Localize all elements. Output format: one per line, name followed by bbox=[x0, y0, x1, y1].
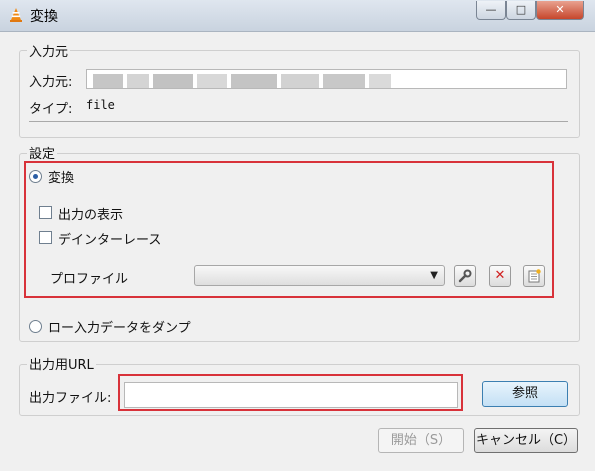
output-file-label: 出力ファイル: bbox=[29, 391, 112, 406]
dump-raw-label[interactable]: ロー入力データをダンプ bbox=[48, 317, 191, 336]
browse-button[interactable]: 参照 bbox=[482, 381, 568, 407]
redacted-block bbox=[323, 74, 365, 88]
source-input-field[interactable] bbox=[86, 69, 567, 89]
type-value: file bbox=[86, 98, 115, 112]
vlc-cone-icon bbox=[10, 8, 22, 22]
redacted-block bbox=[197, 74, 227, 88]
redacted-block bbox=[369, 74, 391, 88]
convert-settings-highlight bbox=[24, 161, 554, 298]
redacted-block bbox=[153, 74, 193, 88]
source-group-title: 入力元 bbox=[27, 41, 71, 60]
settings-group-title: 設定 bbox=[27, 143, 58, 162]
title-bar: 変換 — □ ✕ bbox=[0, 0, 595, 32]
type-label: タイプ: bbox=[29, 102, 73, 117]
output-file-highlight bbox=[118, 374, 463, 411]
cancel-button[interactable]: キャンセル（C） bbox=[474, 428, 578, 453]
start-button[interactable]: 開始（S） bbox=[378, 428, 464, 453]
redacted-block bbox=[281, 74, 319, 88]
minimize-button[interactable]: — bbox=[476, 1, 506, 20]
maximize-button[interactable]: □ bbox=[506, 1, 536, 20]
close-button[interactable]: ✕ bbox=[536, 1, 584, 20]
redacted-block bbox=[127, 74, 149, 88]
dump-raw-radio[interactable] bbox=[29, 320, 42, 333]
source-group bbox=[19, 50, 580, 138]
window-title: 変換 bbox=[30, 9, 58, 25]
source-input-label: 入力元: bbox=[29, 75, 73, 90]
redacted-block bbox=[93, 74, 123, 88]
redacted-block bbox=[231, 74, 277, 88]
source-divider bbox=[29, 121, 568, 122]
destination-group-title: 出力用URL bbox=[27, 354, 96, 373]
